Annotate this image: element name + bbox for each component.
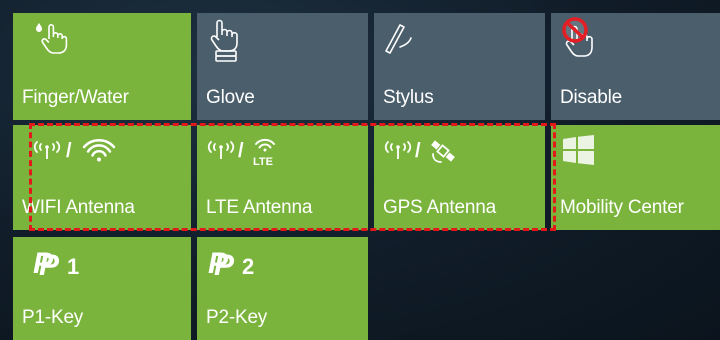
touch-disabled-icon [556, 17, 602, 65]
windows-logo-icon [563, 135, 595, 165]
p1-key-label: P1-Key [22, 307, 84, 328]
wifi-antenna-label: WIFI Antenna [22, 197, 135, 218]
gps-antenna-label: GPS Antenna [383, 197, 496, 218]
p1-key-icon: P P 1 [31, 246, 91, 280]
stylus-label: Stylus [383, 87, 434, 108]
p1-key-tile[interactable]: P P 1 P1-Key [13, 237, 191, 340]
finger-water-label: Finger/Water [22, 87, 129, 108]
p2-key-tile[interactable]: P P 2 P2-Key [197, 237, 368, 340]
glove-touch-tile[interactable]: Glove [197, 13, 368, 120]
stylus-touch-tile[interactable]: Stylus [374, 13, 545, 120]
mobility-center-label: Mobility Center [560, 197, 684, 218]
p2-key-icon: P P 2 [206, 246, 266, 280]
svg-text:/: / [238, 140, 244, 162]
svg-text:/: / [415, 140, 421, 162]
disable-label: Disable [560, 87, 622, 108]
finger-water-touch-tile[interactable]: Finger/Water [13, 13, 191, 120]
svg-text:/: / [66, 140, 72, 162]
lte-antenna-label: LTE Antenna [206, 197, 313, 218]
antenna-lte-icon: / LTE [206, 137, 306, 167]
svg-text:P: P [39, 249, 60, 280]
svg-text:LTE: LTE [253, 156, 273, 167]
svg-text:1: 1 [67, 254, 79, 279]
svg-text:P: P [214, 249, 235, 280]
antenna-gps-icon: / [383, 137, 483, 167]
gps-antenna-tile[interactable]: / GPS Antenna [374, 125, 545, 230]
mobility-center-tile[interactable]: Mobility Center [551, 125, 720, 230]
glove-label: Glove [206, 87, 255, 108]
antenna-wifi-icon: / [32, 137, 132, 163]
stylus-pen-icon [382, 21, 416, 55]
wifi-antenna-tile[interactable]: / WIFI Antenna [13, 125, 191, 230]
p2-key-label: P2-Key [206, 307, 268, 328]
finger-water-touch-icon [33, 21, 69, 55]
touch-disable-tile[interactable]: Disable [551, 13, 720, 120]
svg-text:2: 2 [242, 254, 254, 279]
lte-antenna-tile[interactable]: / LTE LTE Antenna [197, 125, 368, 230]
glove-touch-icon [205, 17, 247, 63]
